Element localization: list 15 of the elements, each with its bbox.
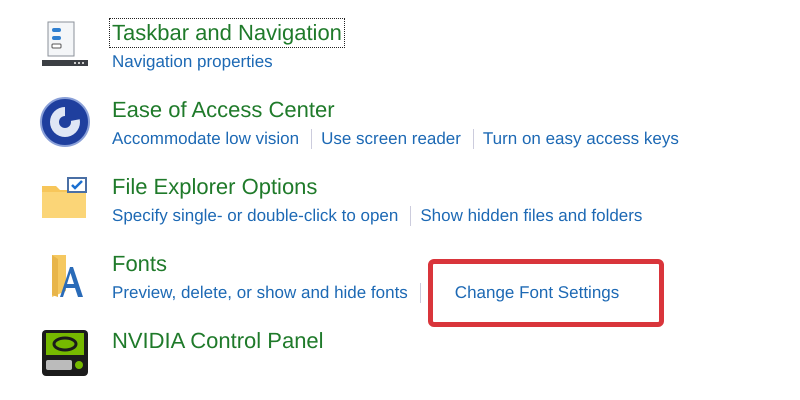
task-link[interactable]: Show hidden files and folders	[420, 204, 642, 228]
task-link[interactable]: Use screen reader	[321, 127, 461, 151]
task-link[interactable]: Turn on easy access keys	[482, 127, 679, 151]
task-link[interactable]: Accommodate low vision	[112, 127, 300, 151]
task-link[interactable]: Specify single- or double-click to open	[112, 204, 398, 228]
category-link[interactable]: NVIDIA Control Panel	[109, 326, 327, 356]
accessibility-icon[interactable]	[40, 97, 90, 147]
task-link[interactable]: Navigation properties	[112, 50, 273, 74]
category-link[interactable]: Ease of Access Center	[109, 95, 338, 125]
category-link[interactable]: File Explorer Options	[109, 172, 320, 202]
category-link[interactable]: Fonts	[109, 249, 170, 279]
task-link[interactable]: Preview, delete, or show and hide fonts	[112, 281, 408, 305]
graphics-card-icon[interactable]	[40, 328, 90, 378]
task-link[interactable]: Change Font Settings	[454, 283, 620, 302]
category-link[interactable]: Taskbar and Navigation	[109, 18, 345, 48]
